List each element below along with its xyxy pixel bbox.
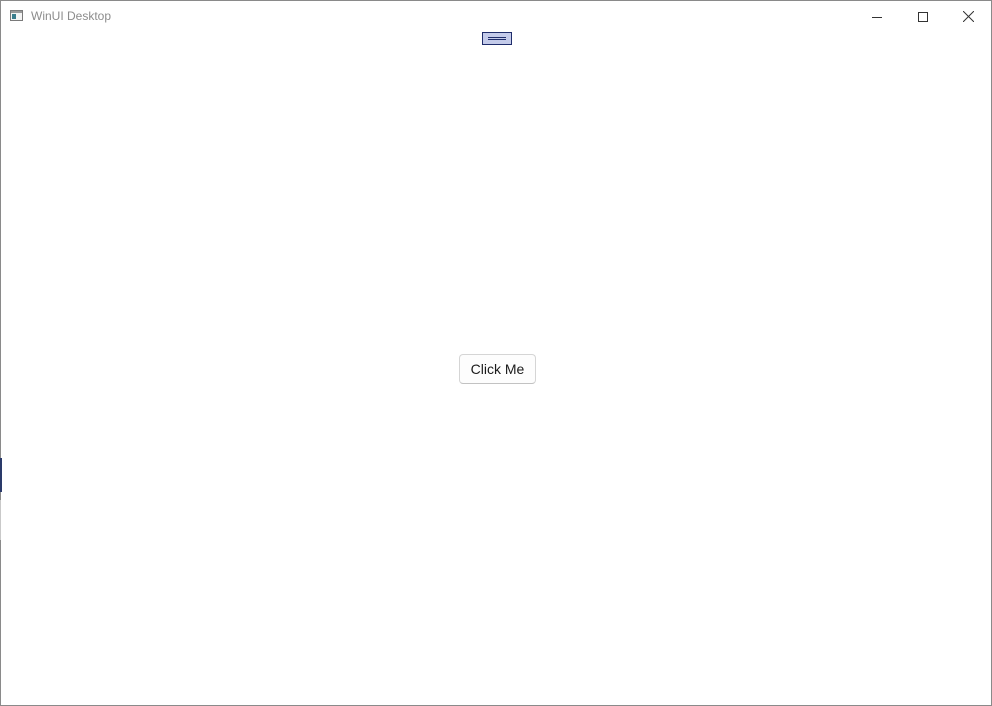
close-icon <box>962 11 974 22</box>
minimize-icon <box>872 16 882 18</box>
maximize-button[interactable] <box>900 1 946 32</box>
maximize-icon <box>918 11 928 22</box>
title-bar[interactable]: WinUI Desktop <box>1 1 991 32</box>
window-title: WinUI Desktop <box>31 9 112 23</box>
close-button[interactable] <box>945 1 991 32</box>
drag-handle-icon <box>488 37 506 38</box>
minimize-button[interactable] <box>854 1 900 32</box>
click-me-button[interactable]: Click Me <box>459 354 536 384</box>
left-edge-artifact-secondary <box>0 500 1 540</box>
left-edge-artifact <box>0 458 2 492</box>
app-window-icon <box>10 10 23 21</box>
app-window: WinUI Desktop Click Me <box>0 0 992 706</box>
drag-handle[interactable] <box>482 32 512 45</box>
